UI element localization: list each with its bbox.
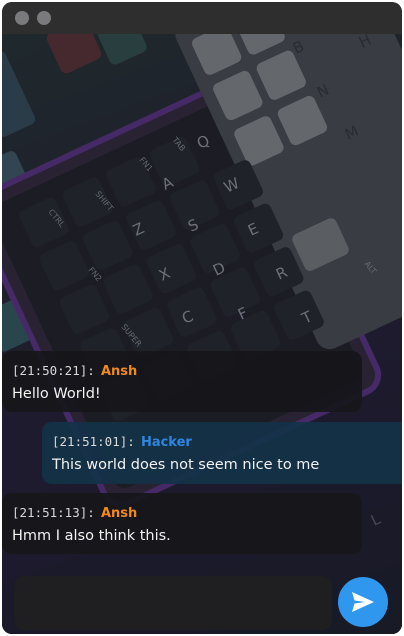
message-meta: [21:51:01]: Hacker bbox=[52, 434, 394, 451]
message-3: [21:51:13]: Ansh Hmm I also think this. bbox=[2, 493, 362, 554]
message-sender: Hacker bbox=[140, 435, 192, 450]
message-1: [21:50:21]: Ansh Hello World! bbox=[2, 351, 362, 412]
message-meta: [21:50:21]: Ansh bbox=[12, 363, 352, 380]
message-text: This world does not seem nice to me bbox=[52, 457, 320, 473]
message-sender: Ansh bbox=[100, 364, 138, 379]
message-timestamp: [21:50:21]: bbox=[12, 363, 95, 378]
message-text: Hello World! bbox=[12, 386, 101, 402]
message-sender: Ansh bbox=[100, 506, 138, 521]
message-timestamp: [21:51:01]: bbox=[52, 434, 135, 449]
send-icon bbox=[352, 592, 374, 612]
window-dot-2[interactable] bbox=[37, 11, 51, 25]
window-dot-1[interactable] bbox=[15, 11, 29, 25]
message-input[interactable] bbox=[14, 576, 332, 630]
message-meta: [21:51:13]: Ansh bbox=[12, 505, 352, 522]
title-bar bbox=[2, 2, 402, 34]
send-button[interactable] bbox=[338, 577, 388, 627]
message-2: [21:51:01]: Hacker This world does not s… bbox=[42, 422, 402, 484]
message-timestamp: [21:51:13]: bbox=[12, 505, 95, 520]
chat-window: TAB FN1 SHIFT CTRL FN2 SUPER ALT Q A W S… bbox=[2, 2, 402, 634]
message-text: Hmm I also think this. bbox=[12, 528, 171, 544]
